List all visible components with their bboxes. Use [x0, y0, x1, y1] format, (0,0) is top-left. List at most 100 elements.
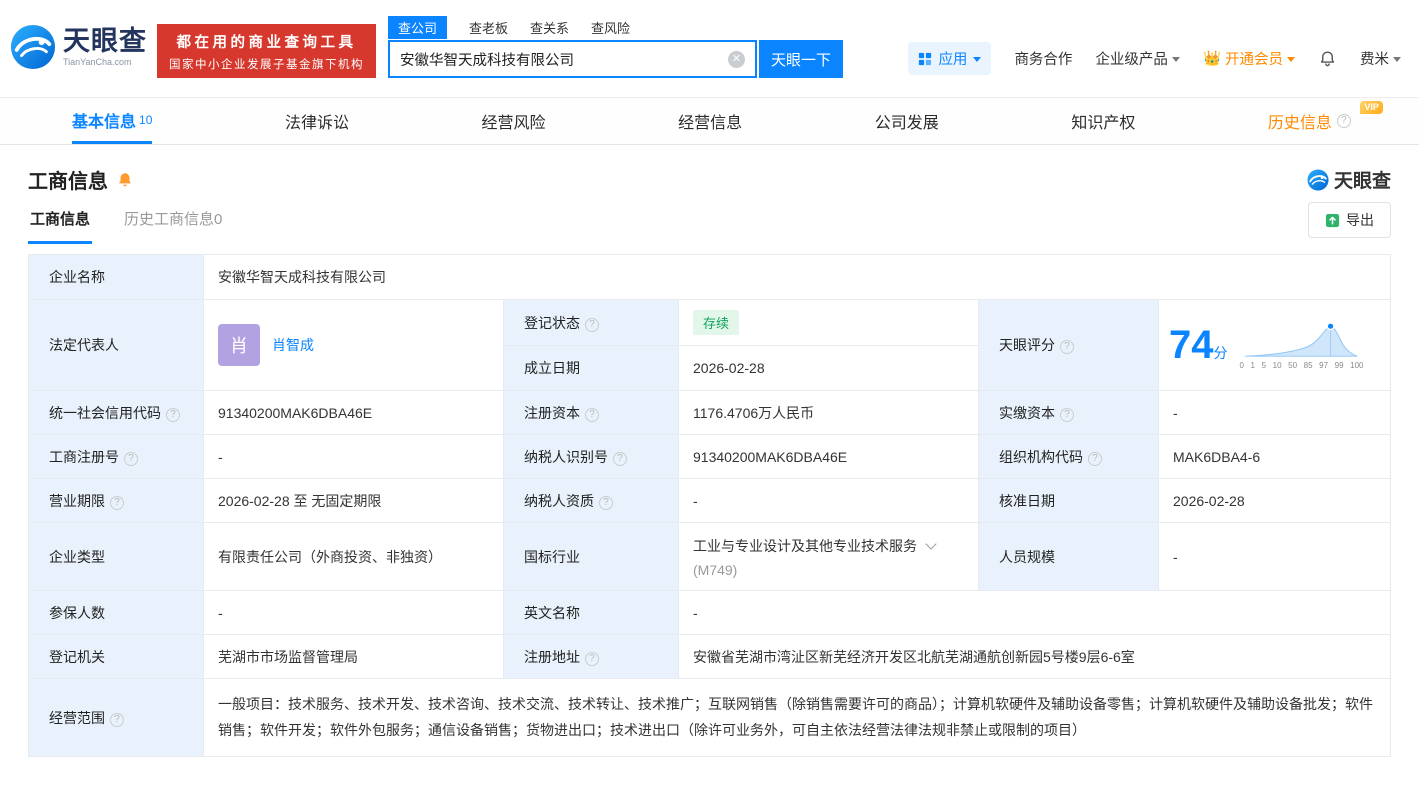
help-icon[interactable] — [124, 451, 138, 466]
help-icon[interactable] — [1088, 451, 1102, 466]
apps-grid-icon — [919, 52, 932, 65]
status-badge: 存续 — [693, 310, 740, 335]
clear-search-icon[interactable] — [728, 50, 745, 68]
label-registration-number: 工商注册号 — [28, 434, 204, 479]
label-registered-address: 注册地址 — [503, 634, 679, 679]
chevron-down-icon[interactable] — [925, 537, 937, 550]
tab-basic-info[interactable]: 基本信息 10 — [72, 98, 153, 144]
table-row: 参保人数 - 英文名称 - — [28, 590, 1391, 635]
tab-operating-info[interactable]: 经营信息 — [678, 98, 742, 144]
logo-text: 天眼查 — [63, 26, 147, 57]
tianyan-score-value: 74分 0 1 5 10 50 85 97 99 100 — [1158, 299, 1391, 391]
tab-intellectual-property[interactable]: 知识产权 — [1071, 98, 1135, 144]
score-chart: 0 1 5 10 50 85 97 99 100 — [1240, 320, 1364, 370]
table-row: 登记机关 芜湖市市场监督管理局 注册地址 安徽省芜湖市湾沚区新芜经济开发区北航芜… — [28, 634, 1391, 679]
company-name-value: 安徽华智天成科技有限公司 — [203, 254, 1391, 300]
nav-enterprise-products[interactable]: 企业级产品 — [1095, 48, 1180, 69]
search-tab-company[interactable]: 查公司 — [388, 15, 448, 39]
taxpayer-id-value: 91340200MAK6DBA46E — [678, 434, 979, 479]
help-icon[interactable] — [166, 407, 180, 422]
nav-open-vip[interactable]: 👑 开通会员 — [1203, 48, 1295, 69]
paid-in-capital-value: - — [1158, 390, 1391, 435]
search-tab-relation[interactable]: 查关系 — [530, 18, 569, 37]
nav-apps[interactable]: 应用 — [908, 42, 992, 75]
legal-representative-link[interactable]: 肖智成 — [272, 335, 314, 355]
notification-bell-icon[interactable] — [1318, 49, 1337, 68]
help-icon[interactable] — [110, 712, 124, 727]
subtab-business-info[interactable]: 工商信息 — [28, 200, 93, 244]
slogan-line1: 都在用的商业查询工具 — [176, 35, 357, 51]
search-tab-boss[interactable]: 查老板 — [469, 18, 508, 37]
nav-vip-label: 开通会员 — [1225, 52, 1283, 68]
registration-number-value: - — [203, 434, 504, 479]
nav-user[interactable]: 费米 — [1360, 48, 1401, 69]
tab-label: 历史信息 — [1267, 115, 1332, 132]
registered-capital-value: 1176.4706万人民币 — [678, 390, 979, 435]
top-header: 天眼查 TianYanCha.com 都在用的商业查询工具 国家中小企业发展子基… — [0, 0, 1419, 97]
help-icon[interactable] — [585, 651, 599, 666]
label-establish-date: 成立日期 — [503, 345, 679, 391]
insured-count-value: - — [203, 590, 504, 635]
chevron-down-icon — [1171, 56, 1180, 66]
nav-apps-label: 应用 — [938, 52, 968, 68]
score-axis-labels: 0 1 5 10 50 85 97 99 100 — [1239, 361, 1364, 370]
label-legal-representative: 法定代表人 — [28, 299, 204, 391]
search-tab-risk[interactable]: 查风险 — [591, 18, 630, 37]
tab-operating-risk[interactable]: 经营风险 — [482, 98, 546, 144]
table-row: 营业期限 2026-02-28 至 无固定期限 纳税人资质 - 核准日期 202… — [28, 478, 1391, 523]
label-insured-count: 参保人数 — [28, 590, 204, 635]
tianyancha-logo-icon — [1307, 168, 1329, 191]
label-registration-authority: 登记机关 — [28, 634, 204, 679]
crown-icon: 👑 — [1202, 51, 1221, 67]
subtab-history-business-info[interactable]: 历史工商信息0 — [122, 200, 224, 244]
table-row: 统一社会信用代码 91340200MAK6DBA46E 注册资本 1176.47… — [28, 390, 1391, 435]
search-row: 天眼一下 — [388, 40, 843, 78]
table-row: 经营范围 一般项目：技术服务、技术开发、技术咨询、技术交流、技术转让、技术推广；… — [28, 678, 1391, 757]
help-icon[interactable] — [599, 495, 613, 510]
help-icon[interactable] — [1060, 407, 1074, 422]
chevron-down-icon — [973, 56, 982, 66]
label-registered-capital: 注册资本 — [503, 390, 679, 435]
company-nav-tabs: 基本信息10 法律诉讼 经营风险 经营信息 公司发展 知识产权 历史信息 VIP — [0, 97, 1419, 145]
label-company-name: 企业名称 — [28, 254, 204, 300]
registered-address-value: 安徽省芜湖市湾沚区新芜经济开发区北航芜湖通航创新园5号楼9层6-6室 — [678, 634, 1391, 679]
avatar[interactable]: 肖 — [218, 324, 260, 366]
label-uscc: 统一社会信用代码 — [28, 390, 204, 435]
approval-date-value: 2026-02-28 — [1158, 478, 1391, 523]
help-icon[interactable] — [110, 495, 124, 510]
label-national-industry: 国标行业 — [503, 522, 679, 591]
search-button[interactable]: 天眼一下 — [759, 40, 843, 78]
tab-legal-proceedings[interactable]: 法律诉讼 — [285, 98, 349, 144]
monitor-bell-icon[interactable] — [116, 171, 134, 189]
help-icon[interactable] — [585, 407, 599, 422]
help-icon[interactable] — [613, 451, 627, 466]
help-icon[interactable] — [1336, 114, 1351, 128]
legal-representative-value: 肖 肖智成 — [203, 299, 504, 391]
page-title: 工商信息 — [28, 171, 108, 193]
industry-code: (M749) — [693, 561, 738, 578]
label-taxpayer-qualification: 纳税人资质 — [503, 478, 679, 523]
export-button[interactable]: 导出 — [1308, 202, 1391, 238]
slogan-line2: 国家中小企业发展子基金旗下机构 — [169, 59, 364, 71]
score-number: 74分 — [1169, 323, 1228, 367]
tab-company-development[interactable]: 公司发展 — [875, 98, 939, 144]
search-input[interactable] — [400, 51, 728, 67]
label-approval-date: 核准日期 — [978, 478, 1159, 523]
org-code-value: MAK6DBA4-6 — [1158, 434, 1391, 479]
nav-business-cooperation[interactable]: 商务合作 — [1014, 48, 1072, 69]
company-type-value: 有限责任公司（外商投资、非独资） — [203, 522, 504, 591]
label-paid-in-capital: 实缴资本 — [978, 390, 1159, 435]
help-icon[interactable] — [585, 317, 599, 332]
business-scope-value: 一般项目：技术服务、技术开发、技术咨询、技术交流、技术转让、技术推广；互联网销售… — [203, 678, 1391, 757]
export-label: 导出 — [1346, 212, 1374, 228]
logo-text-block: 天眼查 TianYanCha.com — [63, 26, 147, 67]
uscc-value: 91340200MAK6DBA46E — [203, 390, 504, 435]
score-curve-chart — [1244, 322, 1357, 357]
table-row: 企业名称 安徽华智天成科技有限公司 — [28, 254, 1391, 300]
top-nav: 应用 商务合作 企业级产品 👑 开通会员 费米 — [908, 42, 1405, 75]
label-staff-size: 人员规模 — [978, 522, 1159, 591]
tianyancha-logo[interactable]: 天眼查 TianYanCha.com — [10, 24, 147, 70]
tab-history-info[interactable]: 历史信息 VIP — [1267, 98, 1383, 144]
help-icon[interactable] — [1060, 340, 1074, 354]
business-term-value: 2026-02-28 至 无固定期限 — [203, 478, 504, 523]
